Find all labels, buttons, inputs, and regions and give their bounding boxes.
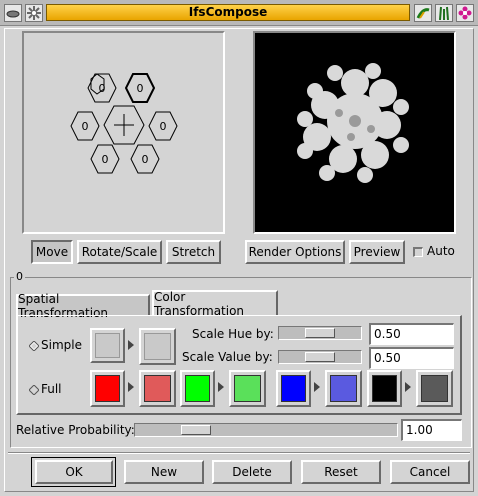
- black-result-swatch: [421, 375, 448, 402]
- arrow-right-icon: [128, 382, 134, 392]
- blue-result-color-button[interactable]: [325, 370, 362, 407]
- hexagon-label: 0: [101, 152, 109, 166]
- preview-button[interactable]: Preview: [349, 240, 405, 264]
- transform-hexagon[interactable]: 0: [148, 111, 178, 141]
- cancel-button[interactable]: Cancel: [390, 460, 470, 484]
- transform-hexagon-center[interactable]: [103, 105, 145, 145]
- fractal-preview: [297, 63, 409, 183]
- rotate-scale-button[interactable]: Rotate/Scale: [77, 240, 162, 264]
- ok-button[interactable]: OK: [35, 460, 113, 484]
- red-swatch: [95, 375, 120, 402]
- flower-icon[interactable]: [456, 4, 474, 22]
- separator: [8, 452, 470, 454]
- transform-hexagon[interactable]: 0: [87, 73, 117, 103]
- blue-result-swatch: [330, 375, 357, 402]
- arrow-right-icon: [405, 382, 411, 392]
- black-swatch: [372, 375, 397, 402]
- grass-icon[interactable]: [435, 4, 453, 22]
- green-swatch: [185, 375, 210, 402]
- scale-hue-field[interactable]: 0.50: [369, 323, 454, 345]
- sparkle-icon[interactable]: [25, 4, 43, 22]
- scale-hue-label: Scale Hue by:: [192, 327, 274, 341]
- simple-radio[interactable]: [28, 340, 40, 354]
- hexagon-label: 0: [98, 81, 106, 95]
- hexagon-label: 0: [136, 81, 144, 95]
- tab-spatial-transformation[interactable]: Spatial Transformation: [16, 292, 150, 320]
- arrow-right-icon: [314, 382, 320, 392]
- relative-probability-slider[interactable]: [134, 423, 398, 437]
- scale-value-slider[interactable]: [278, 350, 362, 364]
- hexagon-label: 0: [159, 119, 167, 133]
- menu-icon[interactable]: [4, 4, 22, 22]
- green-target-color-button[interactable]: [180, 370, 215, 407]
- arrow-right-icon: [218, 382, 224, 392]
- render-options-button[interactable]: Render Options: [245, 240, 345, 264]
- reset-button[interactable]: Reset: [301, 460, 381, 484]
- move-button[interactable]: Move: [31, 240, 73, 264]
- scale-value-slider-thumb[interactable]: [305, 352, 335, 362]
- plant-icon[interactable]: [414, 4, 432, 22]
- arrow-right-icon: [128, 340, 134, 350]
- blue-target-color-button[interactable]: [276, 370, 311, 407]
- red-target-color-button[interactable]: [90, 370, 125, 407]
- stretch-button[interactable]: Stretch: [166, 240, 221, 264]
- black-result-color-button[interactable]: [416, 370, 453, 407]
- red-result-color-button[interactable]: [139, 370, 176, 407]
- tab-color-transformation[interactable]: Color Transformation: [152, 290, 278, 318]
- green-result-swatch: [234, 375, 261, 402]
- hexagon-label: 0: [141, 152, 149, 166]
- auto-checkbox[interactable]: [413, 247, 423, 257]
- new-button[interactable]: New: [124, 460, 204, 484]
- full-label: Full: [41, 382, 62, 396]
- simple-result-color-button[interactable]: [139, 328, 176, 365]
- auto-label: Auto: [427, 244, 455, 258]
- black-target-color-button[interactable]: [367, 370, 402, 407]
- simple-result-swatch: [144, 333, 171, 360]
- simple-target-color-button[interactable]: [90, 328, 125, 363]
- red-result-swatch: [144, 375, 171, 402]
- transform-hexagon[interactable]: 0: [70, 111, 100, 141]
- scale-value-label: Scale Value by:: [182, 350, 273, 364]
- delete-button[interactable]: Delete: [212, 460, 292, 484]
- relative-probability-slider-thumb[interactable]: [181, 425, 211, 435]
- transform-hexagon[interactable]: 0: [130, 144, 160, 174]
- scale-hue-slider-thumb[interactable]: [305, 328, 335, 338]
- relative-probability-field[interactable]: 1.00: [401, 419, 462, 441]
- relative-probability-label: Relative Probability:: [16, 423, 135, 437]
- simple-target-swatch: [95, 333, 120, 358]
- transform-frame-label: 0: [14, 270, 25, 283]
- transform-hexagon-selected[interactable]: 0: [125, 73, 155, 103]
- transform-hexagon[interactable]: 0: [90, 144, 120, 174]
- green-result-color-button[interactable]: [229, 370, 266, 407]
- full-radio[interactable]: [28, 384, 40, 398]
- hexagon-label: 0: [81, 119, 89, 133]
- blue-swatch: [281, 375, 306, 402]
- preview-area: [253, 31, 456, 234]
- simple-label: Simple: [41, 338, 82, 352]
- scale-value-field[interactable]: 0.50: [369, 347, 454, 369]
- design-area[interactable]: 0 0 0 0 0 0: [22, 31, 225, 234]
- scale-hue-slider[interactable]: [278, 326, 362, 340]
- window-title: IfsCompose: [188, 5, 268, 19]
